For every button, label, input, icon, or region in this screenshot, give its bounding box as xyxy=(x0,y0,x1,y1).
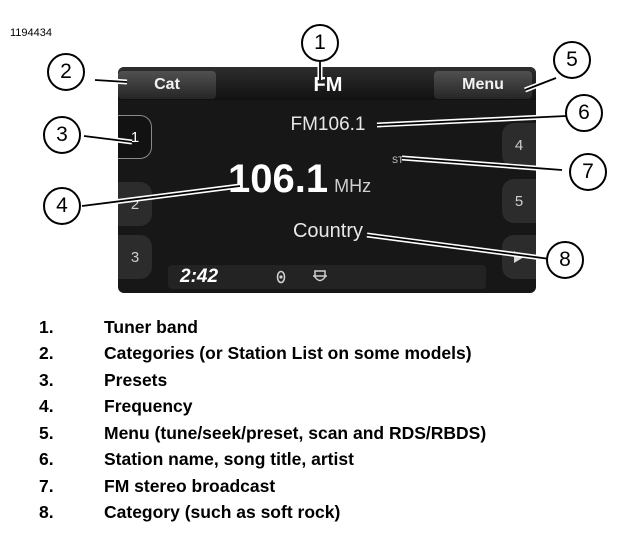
legend-text: Tuner band xyxy=(104,316,198,337)
legend-text: FM stereo broadcast xyxy=(104,475,276,496)
legend-list: 1. Tuner band 2. Categories (or Station Li… xyxy=(35,314,635,526)
legend-text: Station name, song title, artist xyxy=(104,449,354,470)
legend-text: Frequency xyxy=(104,396,193,417)
callout-6: 6 xyxy=(565,94,603,132)
callout-5: 5 xyxy=(553,41,591,79)
legend-item: 3. Presets xyxy=(35,367,635,394)
legend-item: 4. Frequency xyxy=(35,394,635,421)
callout-8: 8 xyxy=(546,241,584,279)
callout-3: 3 xyxy=(43,116,81,154)
callout-4: 4 xyxy=(43,187,81,225)
legend-number: 4. xyxy=(39,396,54,417)
legend-item: 7. FM stereo broadcast xyxy=(35,473,635,500)
legend-text: Presets xyxy=(104,369,168,390)
legend-number: 6. xyxy=(39,449,54,470)
legend-number: 1. xyxy=(39,316,54,337)
callout-1: 1 xyxy=(301,24,339,62)
legend-number: 8. xyxy=(39,502,54,523)
legend-text: Menu (tune/seek/preset, scan and RDS/RBD… xyxy=(104,422,487,443)
legend-item: 8. Category (such as soft rock) xyxy=(35,500,635,527)
legend-number: 7. xyxy=(39,475,54,496)
legend-item: 6. Station name, song title, artist xyxy=(35,447,635,474)
legend-text: Category (such as soft rock) xyxy=(104,502,341,523)
legend-item: 2. Categories (or Station List on some mo… xyxy=(35,341,635,368)
legend-number: 5. xyxy=(39,422,54,443)
legend-number: 2. xyxy=(39,343,54,364)
legend-text: Categories (or Station List on some mode… xyxy=(104,343,472,364)
legend-number: 3. xyxy=(39,369,54,390)
callout-7: 7 xyxy=(569,153,607,191)
callout-2: 2 xyxy=(47,53,85,91)
legend-item: 5. Menu (tune/seek/preset, scan and RDS/R… xyxy=(35,420,635,447)
legend-item: 1. Tuner band xyxy=(35,314,635,341)
